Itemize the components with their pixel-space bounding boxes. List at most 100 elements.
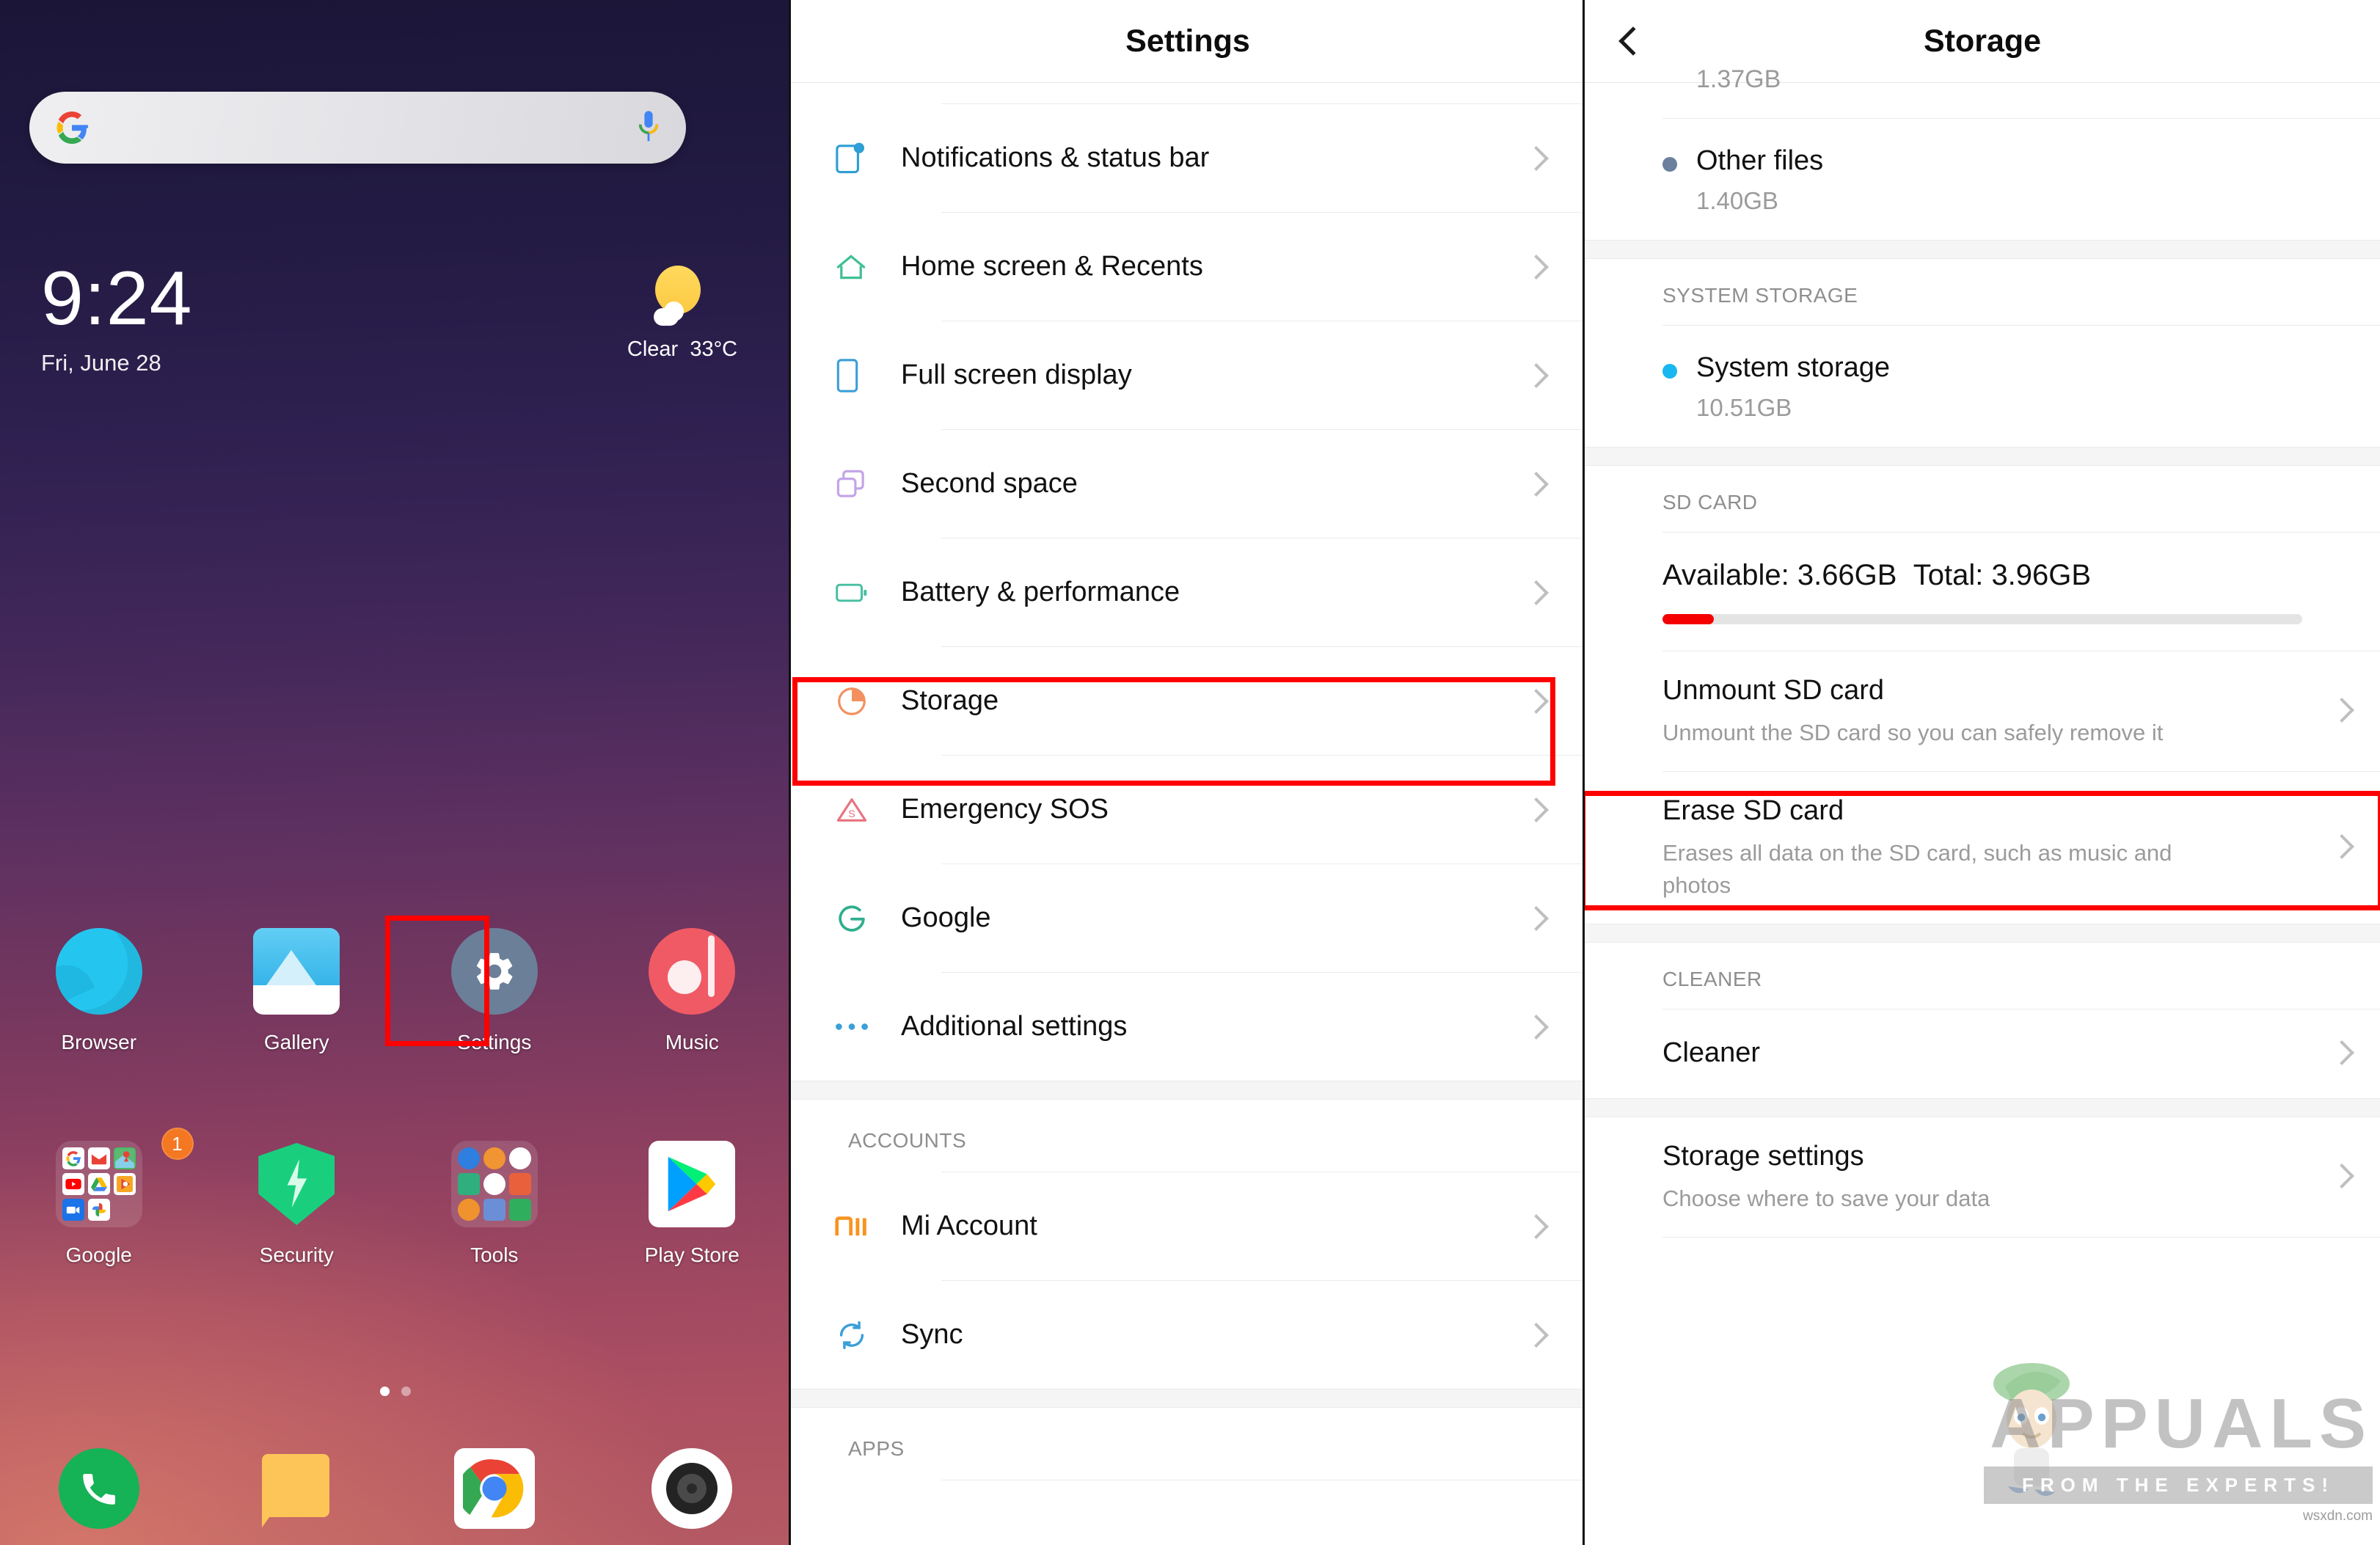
mini-compass-icon <box>457 1173 480 1195</box>
mini-drive-icon <box>87 1173 110 1195</box>
sd-card-usage: Available: 3.66GB Total: 3.96GB <box>1585 533 2380 624</box>
action-erase-sd-card[interactable]: Erase SD card Erases all data on the SD … <box>1585 772 2380 924</box>
app-play-store[interactable]: Play Store <box>594 1133 792 1346</box>
category-name: Other files <box>1696 145 1824 176</box>
chevron-right-icon <box>1524 797 1549 822</box>
messages-icon <box>256 1448 337 1529</box>
app-music[interactable]: Music <box>594 921 792 1133</box>
app-label: Settings <box>457 1031 532 1053</box>
app-label: Tools <box>470 1243 519 1266</box>
app-google-folder[interactable]: 1 Google <box>0 1128 198 1346</box>
app-grid: Browser Gallery Settings Music 1 Google … <box>0 921 791 1346</box>
app-label: Music <box>665 1031 719 1053</box>
storage-panel: Storage 1.37GB Other files 1.40GB SYSTEM… <box>1585 0 2380 1545</box>
weather-widget[interactable]: Clear 33°C <box>616 264 748 362</box>
sidebar-item-label: Battery & performance <box>901 577 1180 607</box>
chevron-right-icon <box>1524 471 1549 497</box>
sidebar-item-full-screen-display[interactable]: Full screen display <box>791 321 1585 429</box>
gallery-icon <box>253 928 340 1015</box>
app-label: Google <box>65 1243 132 1266</box>
app-browser[interactable]: Browser <box>0 921 198 1133</box>
chrome-icon <box>453 1448 535 1529</box>
dock-item-messages[interactable] <box>198 1448 396 1529</box>
page-dot-2[interactable] <box>401 1387 411 1396</box>
chevron-right-icon <box>1524 362 1549 388</box>
app-settings[interactable]: Settings <box>395 921 594 1133</box>
dock-item-phone[interactable] <box>0 1448 198 1529</box>
storage-category-system[interactable]: System storage 10.51GB <box>1585 326 2380 447</box>
clock-date: Fri, June 28 <box>41 350 161 376</box>
mini-notes-icon <box>508 1147 531 1169</box>
clock-time: 9:24 <box>41 256 193 341</box>
action-subtitle: Erases all data on the SD card, such as … <box>1662 840 2172 899</box>
weather-text: Clear 33°C <box>616 337 748 362</box>
sd-usage-bar <box>1662 614 2302 624</box>
weather-condition: Clear <box>627 337 679 361</box>
app-label: Gallery <box>263 1031 329 1053</box>
mini-downloads-icon <box>508 1199 531 1221</box>
storage-category-other-files[interactable]: Other files 1.40GB <box>1585 119 2380 240</box>
app-security[interactable]: Security <box>198 1133 396 1346</box>
action-cleaner[interactable]: Cleaner <box>1585 1009 2380 1098</box>
sidebar-item-mi-account[interactable]: Mi Account <box>791 1172 1585 1280</box>
dock-item-camera[interactable] <box>594 1448 792 1529</box>
sidebar-item-label: Storage <box>901 685 999 716</box>
weather-temperature: 33°C <box>690 337 738 361</box>
sidebar-item-sync[interactable]: Sync <box>791 1281 1585 1389</box>
mini-maps-icon <box>113 1147 136 1169</box>
category-name: System storage <box>1696 352 1890 383</box>
phone-icon <box>58 1448 139 1529</box>
section-header-apps: APPS <box>848 1437 905 1460</box>
dock-item-chrome[interactable] <box>395 1448 594 1529</box>
mini-google-icon <box>62 1147 84 1169</box>
sd-total: Total: 3.96GB <box>1913 559 2092 591</box>
sidebar-item-storage[interactable]: Storage <box>791 647 1585 755</box>
google-folder-icon <box>55 1141 142 1227</box>
sidebar-item-second-space[interactable]: Second space <box>791 430 1585 538</box>
google-search-widget[interactable] <box>29 92 686 164</box>
action-unmount-sd-card[interactable]: Unmount SD card Unmount the SD card so y… <box>1585 651 2380 771</box>
sun-behind-cloud-icon <box>651 264 714 330</box>
sidebar-item-notifications[interactable]: Notifications & status bar <box>791 104 1585 212</box>
appuals-mascot-logo <box>1987 1351 2076 1498</box>
mini-empty-slot <box>114 1199 136 1221</box>
google-logo-icon <box>54 110 90 145</box>
notification-badge: 1 <box>161 1128 194 1160</box>
settings-list: Notifications & status bar Home screen &… <box>791 104 1585 1480</box>
sidebar-item-home-screen[interactable]: Home screen & Recents <box>791 213 1585 321</box>
storage-scroll-cutoff: 1.37GB <box>1585 65 2380 118</box>
page-dot-1[interactable] <box>380 1387 390 1396</box>
section-gap <box>1585 924 2380 943</box>
divider <box>1662 1237 2380 1238</box>
sidebar-item-additional-settings[interactable]: Additional settings <box>791 973 1585 1081</box>
mini-calculator-icon <box>483 1147 505 1169</box>
sidebar-item-label: Google <box>901 902 991 933</box>
security-shield-icon <box>253 1141 340 1227</box>
mini-gmail-icon <box>87 1147 110 1169</box>
home-screen-panel: 9:24 Fri, June 28 Clear 33°C Browser Gal… <box>0 0 791 1545</box>
category-size: 1.40GB <box>1696 187 1778 214</box>
sidebar-item-google[interactable]: Google <box>791 864 1585 972</box>
settings-title: Settings <box>1125 23 1250 59</box>
sidebar-item-emergency-sos[interactable]: S Emergency SOS <box>791 756 1585 863</box>
sidebar-item-battery[interactable]: Battery & performance <box>791 538 1585 646</box>
settings-scroll-cutoff <box>791 83 1585 103</box>
music-note-icon <box>649 928 736 1015</box>
chevron-right-icon <box>1524 1322 1549 1348</box>
sync-icon <box>835 1318 901 1352</box>
clock-widget[interactable]: 9:24 Fri, June 28 <box>41 260 192 376</box>
chevron-right-icon <box>1524 688 1549 714</box>
app-gallery[interactable]: Gallery <box>198 921 396 1133</box>
app-tools-folder[interactable]: Tools <box>395 1133 594 1346</box>
chevron-right-icon <box>1524 254 1549 280</box>
microphone-icon[interactable] <box>636 110 661 145</box>
mini-scanner-icon <box>483 1199 505 1221</box>
watermark-url: wsxdn.com <box>2302 1508 2373 1524</box>
action-storage-settings[interactable]: Storage settings Choose where to save yo… <box>1585 1117 2380 1237</box>
sidebar-item-label: Full screen display <box>901 359 1132 390</box>
browser-icon <box>55 928 142 1015</box>
category-dot <box>1662 364 1677 379</box>
chevron-right-icon <box>1524 1213 1549 1239</box>
app-label: Browser <box>61 1031 137 1053</box>
page-indicator <box>0 1387 791 1396</box>
